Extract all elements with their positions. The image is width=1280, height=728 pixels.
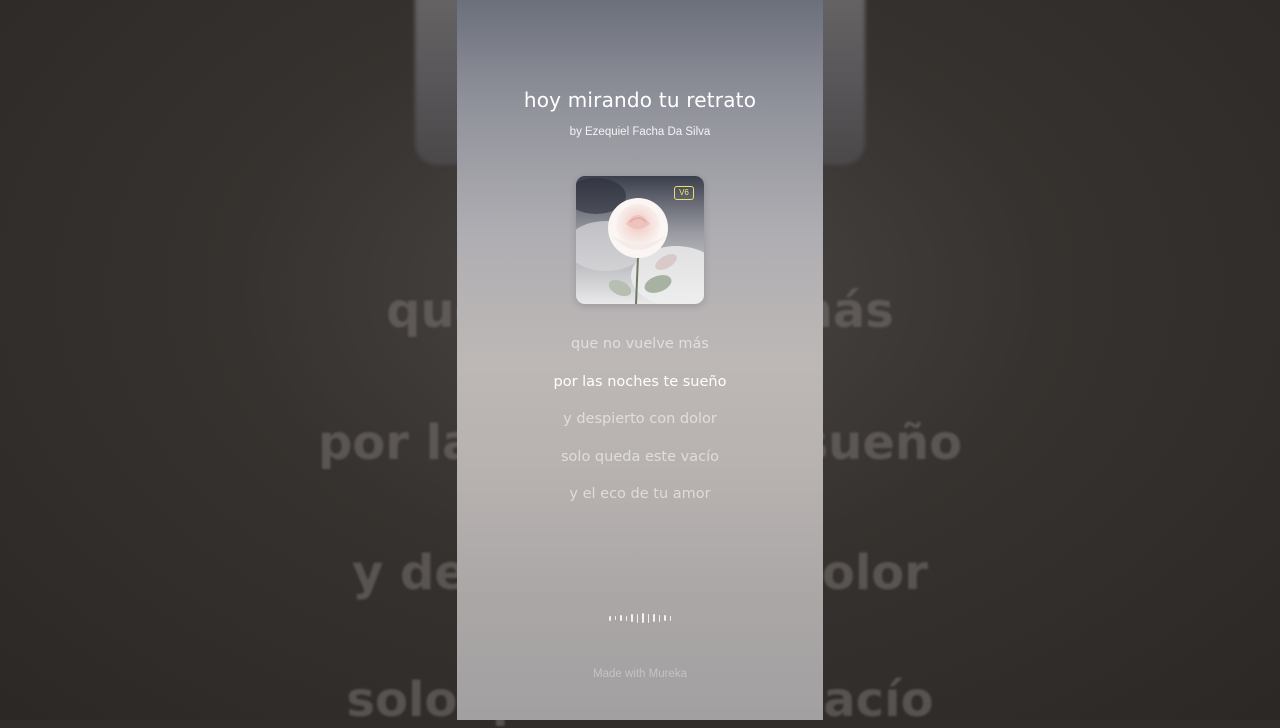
lyric-line[interactable]: y el eco de tu amor bbox=[457, 483, 823, 521]
song-title: hoy mirando tu retrato bbox=[523, 88, 757, 112]
lyric-line-active[interactable]: por las noches te sueño bbox=[457, 371, 823, 409]
watermark-footer: Made with Mureka bbox=[593, 668, 687, 680]
album-artwork[interactable]: V6 bbox=[576, 176, 704, 304]
lyric-line[interactable]: y despierto con dolor bbox=[457, 408, 823, 446]
artist-name: by Ezequiel Facha Da Silva bbox=[569, 126, 711, 138]
lyrics-list: que no vuelve más por las noches te sueñ… bbox=[457, 333, 823, 521]
lyric-line[interactable]: que no vuelve más bbox=[457, 333, 823, 371]
player-screen: hoy mirando tu retrato by Ezequiel Facha… bbox=[457, 0, 823, 720]
audio-waveform-icon bbox=[457, 612, 823, 624]
version-badge: V6 bbox=[674, 186, 694, 200]
lyric-line[interactable]: solo queda este vacío bbox=[457, 446, 823, 484]
